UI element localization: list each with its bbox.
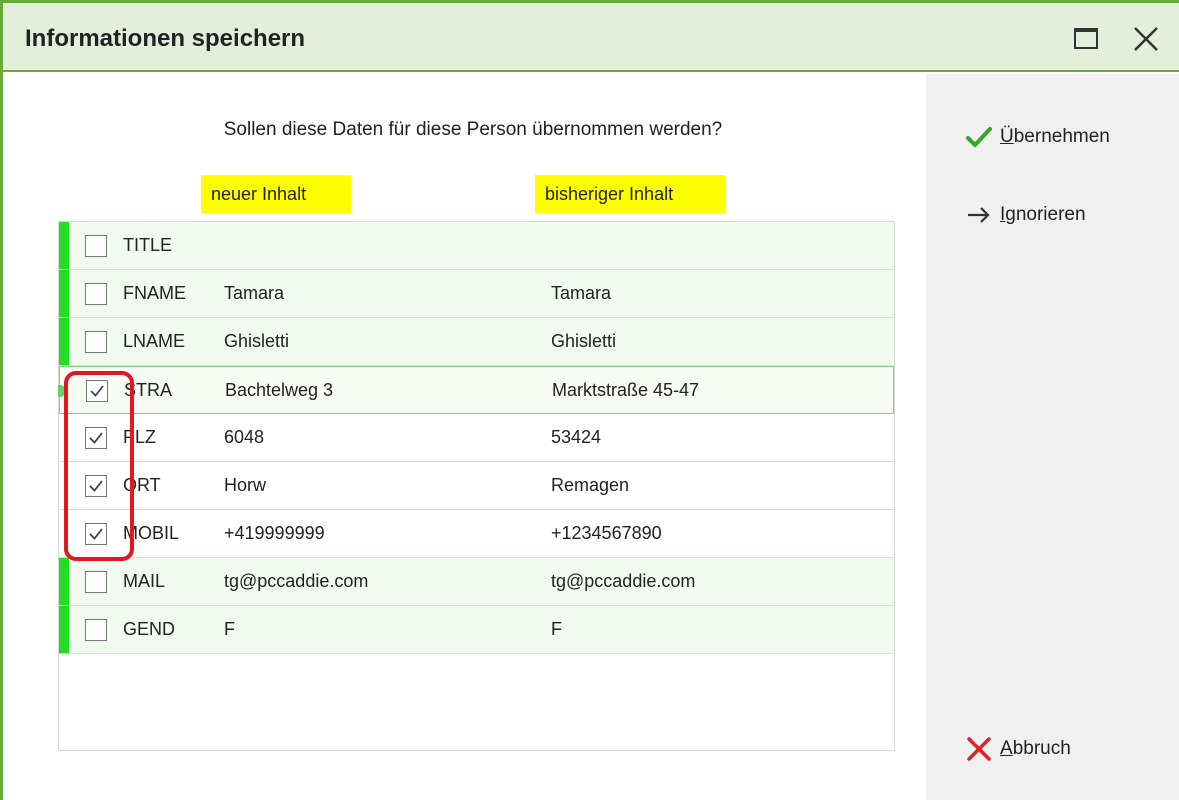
list-item[interactable]: TITLE [59,222,894,270]
list-item[interactable]: PLZ 6048 53424 [59,414,894,462]
old-value: Remagen [551,475,630,495]
close-icon [1134,27,1158,51]
field-name: MAIL [123,571,166,591]
field-name: GEND [123,619,176,639]
old-value: +1234567890 [551,523,662,543]
title-bar: Informationen speichern [3,3,1179,72]
field-checkbox[interactable] [85,235,107,257]
field-name: LNAME [123,331,186,351]
field-name: MOBIL [123,523,180,543]
changed-indicator-bar [59,558,69,605]
selection-marker [58,385,66,397]
checkmark-icon [964,122,994,152]
arrow-right-icon [964,200,994,230]
maximize-icon [1074,28,1098,49]
field-checkbox[interactable] [85,283,107,305]
old-value: Tamara [551,283,612,303]
old-value: tg@pccaddie.com [551,571,696,591]
list-item[interactable]: LNAME Ghisletti Ghisletti [59,318,894,366]
window-title: Informationen speichern [25,25,306,52]
field-comparison-list[interactable]: TITLE FNAME Tamara Tamara LNAME Ghislett… [58,221,895,751]
field-name: PLZ [123,427,157,447]
old-value: Ghisletti [551,331,617,351]
field-name: FNAME [123,283,186,303]
changed-indicator-bar [59,222,69,269]
field-checkbox[interactable] [85,475,107,497]
cancel-button[interactable]: Abbruch [964,734,1071,764]
cancel-label: Abbruch [1000,738,1071,759]
close-button[interactable] [1131,24,1161,54]
ignore-button[interactable]: Ignorieren [964,200,1086,230]
confirmation-question: Sollen diese Daten für diese Person über… [223,119,723,140]
new-value: Bachtelweg 3 [225,380,334,400]
field-checkbox[interactable] [85,331,107,353]
changed-indicator-bar [59,270,69,317]
field-name: ORT [123,475,161,495]
field-checkbox[interactable] [85,427,107,449]
field-checkbox[interactable] [85,571,107,593]
old-value: F [551,619,562,639]
list-item-selected[interactable]: STRA Bachtelweg 3 Marktstraße 45-47 [58,366,894,414]
new-value: 6048 [224,427,265,447]
new-value: +419999999 [224,523,325,543]
action-sidebar: Übernehmen Ignorieren Abbruch [926,74,1179,800]
field-name: STRA [124,380,173,400]
new-value: F [224,619,235,639]
list-item[interactable]: MOBIL +419999999 +1234567890 [59,510,894,558]
checkmark-icon [89,432,103,444]
dialog-window: Informationen speichern Sollen diese Dat… [0,0,1179,800]
checkmark-icon [89,528,103,540]
new-value: tg@pccaddie.com [224,571,369,591]
checkmark-icon [89,480,103,492]
list-item[interactable]: GEND F F [59,606,894,654]
old-value: 53424 [551,427,602,447]
field-checkbox[interactable] [85,619,107,641]
old-value: Marktstraße 45-47 [552,380,700,400]
old-content-header: bisheriger Inhalt [535,175,725,213]
changed-indicator-bar [59,318,69,365]
ignore-label: Ignorieren [1000,204,1086,225]
accept-button[interactable]: Übernehmen [964,122,1110,152]
maximize-button[interactable] [1071,24,1101,54]
list-item[interactable]: ORT Horw Remagen [59,462,894,510]
checkmark-icon [90,385,104,397]
new-value: Ghisletti [224,331,290,351]
new-value: Horw [224,475,267,495]
new-content-header: neuer Inhalt [201,175,351,213]
field-checkbox[interactable] [86,380,108,402]
changed-indicator-bar [59,606,69,653]
cross-icon [964,734,994,764]
accept-label: Übernehmen [1000,126,1110,147]
list-item[interactable]: FNAME Tamara Tamara [59,270,894,318]
field-name: TITLE [123,235,173,255]
new-value: Tamara [224,283,285,303]
list-item[interactable]: MAIL tg@pccaddie.com tg@pccaddie.com [59,558,894,606]
field-checkbox[interactable] [85,523,107,545]
